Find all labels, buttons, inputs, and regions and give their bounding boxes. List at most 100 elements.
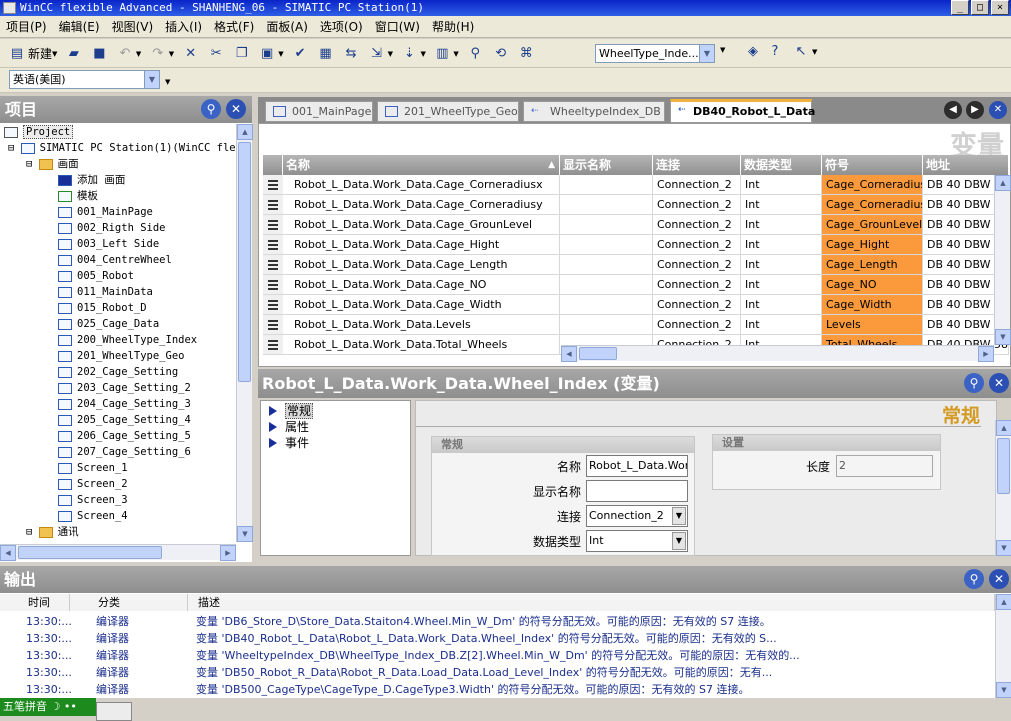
tree-screen-item[interactable]: Screen_2	[0, 476, 236, 492]
close-icon[interactable]: ✕	[989, 569, 1009, 589]
col-header-time[interactable]: 时间	[0, 594, 70, 611]
project-vscrollbar[interactable]: ▲ ▼	[236, 124, 253, 542]
cell-name[interactable]: Robot_L_Data.Work_Data.Cage_NO	[283, 275, 560, 295]
delete-icon[interactable]: ✕	[183, 46, 199, 62]
cell-display-name[interactable]	[560, 275, 653, 295]
cell-name[interactable]: Robot_L_Data.Work_Data.Cage_Corneradiusy	[283, 195, 560, 215]
scroll-up-icon[interactable]: ▲	[996, 594, 1011, 610]
compile-icon[interactable]: ▦	[318, 46, 334, 62]
col-header-address[interactable]: 地址	[923, 155, 1009, 175]
tree-screen-item[interactable]: 003_Left Side	[0, 236, 236, 252]
scroll-up-icon[interactable]: ▲	[995, 175, 1011, 191]
pin-icon[interactable]: ⚲	[964, 569, 984, 589]
cell-name[interactable]: Robot_L_Data.Work_Data.Cage_Length	[283, 255, 560, 275]
replace-icon[interactable]: ⟲	[493, 46, 509, 62]
scroll-right-icon[interactable]: ▶	[978, 346, 994, 362]
row-handle-icon[interactable]	[263, 215, 283, 235]
scroll-thumb[interactable]	[238, 142, 251, 382]
table-row[interactable]: Robot_L_Data.Work_Data.Cage_Length Connec…	[263, 255, 1009, 275]
scroll-right-icon[interactable]: ▶	[220, 545, 236, 561]
row-handle-icon[interactable]	[263, 255, 283, 275]
cell-display-name[interactable]	[560, 255, 653, 275]
tab-201-wheeltype-geo[interactable]: 201_WheelType_Geo	[377, 101, 519, 122]
col-header-name[interactable]: 名称 ▲	[283, 155, 560, 175]
table-row[interactable]: Robot_L_Data.Work_Data.Cage_GrounLevel Co…	[263, 215, 1009, 235]
tab-001-mainpage[interactable]: 001_MainPage	[265, 101, 373, 122]
help-icon[interactable]: ?	[764, 44, 786, 60]
row-handle-icon[interactable]	[263, 335, 283, 355]
tab-next-icon[interactable]: ▶	[966, 101, 984, 119]
name-field[interactable]: Robot_L_Data.Work	[586, 455, 688, 477]
tree-add-screen[interactable]: 添加 画面	[0, 172, 236, 188]
tab-prev-icon[interactable]: ◀	[944, 101, 962, 119]
cell-display-name[interactable]	[560, 235, 653, 255]
cell-datatype[interactable]: Int	[741, 215, 822, 235]
menu-insert[interactable]: 插入(I)	[159, 16, 208, 38]
tree-screen-item[interactable]: 011_MainData	[0, 284, 236, 300]
cell-connection[interactable]: Connection_2	[653, 195, 741, 215]
col-header-symbol[interactable]: 符号	[822, 155, 923, 175]
library-icon[interactable]: ◈	[742, 44, 764, 60]
close-icon[interactable]: ✕	[226, 99, 246, 119]
scroll-thumb[interactable]	[997, 438, 1010, 494]
scroll-thumb[interactable]	[579, 347, 617, 360]
tree-screens-folder[interactable]: ⊟ 画面	[0, 156, 236, 172]
properties-vscrollbar[interactable]: ▲ ▼	[995, 420, 1011, 556]
tab-close-icon[interactable]: ✕	[989, 101, 1007, 119]
tree-root[interactable]: Project	[0, 124, 236, 140]
cell-display-name[interactable]	[560, 195, 653, 215]
cell-symbol[interactable]: Cage_Width	[822, 295, 923, 315]
download-icon[interactable]: ⇲	[369, 46, 385, 62]
tree-screen-item[interactable]: 200_WheelType_Index	[0, 332, 236, 348]
cell-symbol[interactable]: Cage_GrounLevel	[822, 215, 923, 235]
grid-vscrollbar[interactable]: ▲ ▼	[994, 175, 1011, 345]
col-header-display-name[interactable]: 显示名称	[560, 155, 653, 175]
new-icon[interactable]: ▤	[9, 46, 25, 62]
sort-icon[interactable]: ⇣	[401, 46, 417, 62]
tree-screen-item[interactable]: 203_Cage_Setting_2	[0, 380, 236, 396]
cell-datatype[interactable]: Int	[741, 235, 822, 255]
connection-select[interactable]: Connection_2 ▼	[586, 505, 688, 527]
cell-datatype[interactable]: Int	[741, 295, 822, 315]
cell-datatype[interactable]: Int	[741, 255, 822, 275]
close-window-button[interactable]: ×	[991, 0, 1009, 15]
chevron-down-icon[interactable]: ▼	[699, 45, 714, 62]
close-icon[interactable]: ✕	[989, 373, 1009, 393]
cell-name[interactable]: Robot_L_Data.Work_Data.Cage_Width	[283, 295, 560, 315]
check-icon[interactable]: ✔	[292, 46, 308, 62]
menu-faceplate[interactable]: 面板(A)	[260, 16, 314, 38]
tree-screen-item[interactable]: Screen_1	[0, 460, 236, 476]
tree-template[interactable]: 模板	[0, 188, 236, 204]
cell-datatype[interactable]: Int	[741, 275, 822, 295]
cell-connection[interactable]: Connection_2	[653, 235, 741, 255]
length-field[interactable]: 2	[836, 455, 933, 477]
row-handle-icon[interactable]	[263, 175, 283, 195]
tree-screen-item[interactable]: 025_Cage_Data	[0, 316, 236, 332]
tree-station[interactable]: ⊟ SIMATIC PC Station(1)(WinCC flex	[0, 140, 236, 156]
tree-comm-folder[interactable]: ⊟ 通讯	[0, 524, 236, 540]
table-row[interactable]: Robot_L_Data.Work_Data.Cage_NO Connection…	[263, 275, 1009, 295]
scroll-left-icon[interactable]: ◀	[561, 346, 577, 362]
cell-datatype[interactable]: Int	[741, 315, 822, 335]
redo-icon[interactable]: ↷	[150, 46, 166, 62]
sort-up-icon[interactable]: ▲	[548, 155, 555, 175]
cell-connection[interactable]: Connection_2	[653, 215, 741, 235]
col-header-category[interactable]: 分类	[70, 594, 188, 611]
open-icon[interactable]: ▰	[66, 46, 82, 62]
toolbar-overflow-icon[interactable]: ▼	[720, 46, 725, 54]
cell-connection[interactable]: Connection_2	[653, 295, 741, 315]
taskbar-button[interactable]	[96, 702, 132, 721]
table-row[interactable]: Robot_L_Data.Work_Data.Cage_Width Connect…	[263, 295, 1009, 315]
cell-connection[interactable]: Connection_2	[653, 275, 741, 295]
cell-display-name[interactable]	[560, 315, 653, 335]
menu-edit[interactable]: 编辑(E)	[53, 16, 106, 38]
tree-screen-item[interactable]: 201_WheelType_Geo	[0, 348, 236, 364]
paste-icon[interactable]: ▣	[259, 46, 275, 62]
menu-view[interactable]: 视图(V)	[106, 16, 160, 38]
crossref-icon[interactable]: ⌘	[518, 46, 534, 62]
language-select[interactable]: 英语(美国) ▼	[9, 70, 160, 89]
output-row[interactable]: 13:30:... 编译器 变量 'WheeltypeIndex_DB\WheelT…	[0, 647, 995, 664]
maximize-button[interactable]: □	[971, 0, 989, 15]
scroll-down-icon[interactable]: ▼	[237, 526, 253, 542]
cell-name[interactable]: Robot_L_Data.Work_Data.Levels	[283, 315, 560, 335]
